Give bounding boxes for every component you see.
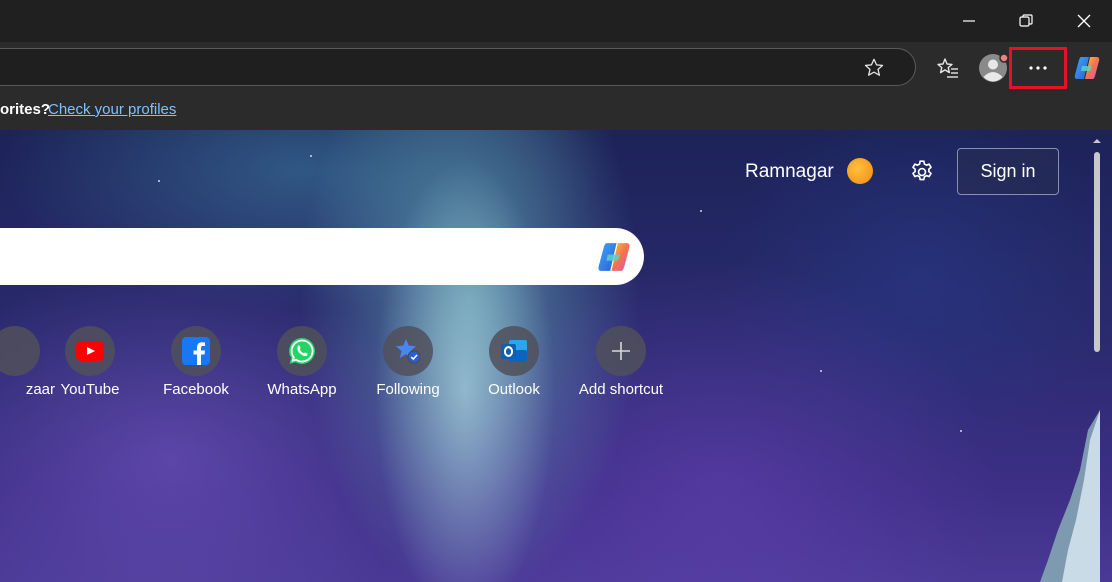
web-search-box[interactable] (0, 228, 644, 285)
shortcut-facebook[interactable]: Facebook (143, 326, 249, 398)
copilot-button[interactable] (1070, 51, 1104, 85)
browser-toolbar (0, 42, 1112, 92)
background-star (820, 370, 822, 372)
sign-in-button[interactable]: Sign in (957, 148, 1059, 195)
weather-location[interactable]: Ramnagar (745, 161, 834, 183)
background-star (960, 430, 962, 432)
minimize-button[interactable] (941, 0, 997, 42)
shortcut-label: WhatsApp (267, 381, 337, 398)
shortcut-icon-circle (489, 326, 539, 376)
facebook-icon (182, 337, 210, 365)
check-profiles-link[interactable]: Check your profiles (48, 101, 176, 118)
shortcut-label: Facebook (163, 381, 229, 398)
shortcut-whatsapp[interactable]: WhatsApp (249, 326, 355, 398)
page-scrollbar[interactable] (1090, 130, 1104, 582)
sunny-weather-icon[interactable] (847, 158, 873, 184)
shortcut-outlook[interactable]: Outlook (461, 326, 567, 398)
bazaar-icon (0, 326, 40, 376)
restore-icon (1019, 14, 1033, 27)
highlight-box (1009, 47, 1067, 89)
background-star (158, 180, 160, 182)
background-star (310, 155, 312, 157)
address-bar[interactable] (0, 48, 916, 86)
shortcut-label: Following (376, 381, 440, 398)
copilot-icon (598, 243, 630, 271)
close-icon (1077, 14, 1091, 28)
favorites-icon (937, 58, 958, 78)
youtube-icon (76, 341, 104, 361)
profile-button[interactable] (977, 52, 1009, 84)
favorites-button[interactable] (934, 54, 962, 82)
whatsapp-icon (289, 338, 315, 364)
shortcut-label: Add shortcut (578, 381, 664, 398)
star-icon (864, 58, 884, 76)
shortcut-icon-circle (171, 326, 221, 376)
restore-button[interactable] (998, 0, 1054, 42)
avatar-icon (979, 53, 1008, 82)
page-settings-button[interactable] (906, 156, 938, 188)
favorites-import-prompt: orites? (0, 101, 51, 118)
shortcut-following[interactable]: Following (355, 326, 461, 398)
favorites-bar: orites? Check your profiles (0, 92, 1112, 130)
shortcut-icon-circle (383, 326, 433, 376)
following-icon (396, 339, 421, 364)
copilot-search-button[interactable] (594, 238, 634, 276)
plus-icon (612, 342, 630, 360)
shortcut-icon-circle (65, 326, 115, 376)
shortcut-icon-circle (596, 326, 646, 376)
scrollbar-thumb[interactable] (1094, 152, 1100, 352)
add-favorite-button[interactable] (861, 55, 887, 81)
minimize-icon (963, 20, 975, 22)
title-bar (0, 0, 1112, 42)
shortcut-label: YouTube (60, 381, 120, 398)
shortcut-youtube[interactable]: YouTube (37, 326, 143, 398)
copilot-icon (1074, 57, 1100, 79)
outlook-icon (501, 340, 527, 362)
add-shortcut-button[interactable]: Add shortcut (568, 326, 674, 398)
gear-icon (912, 160, 932, 181)
background-star (700, 210, 702, 212)
shortcut-label: Outlook (488, 381, 540, 398)
new-tab-page: Ramnagar Sign in zaar YouTube Facebook W… (0, 130, 1112, 582)
close-button[interactable] (1056, 0, 1112, 42)
shortcut-icon-circle (277, 326, 327, 376)
scroll-up-icon[interactable] (1090, 136, 1104, 146)
